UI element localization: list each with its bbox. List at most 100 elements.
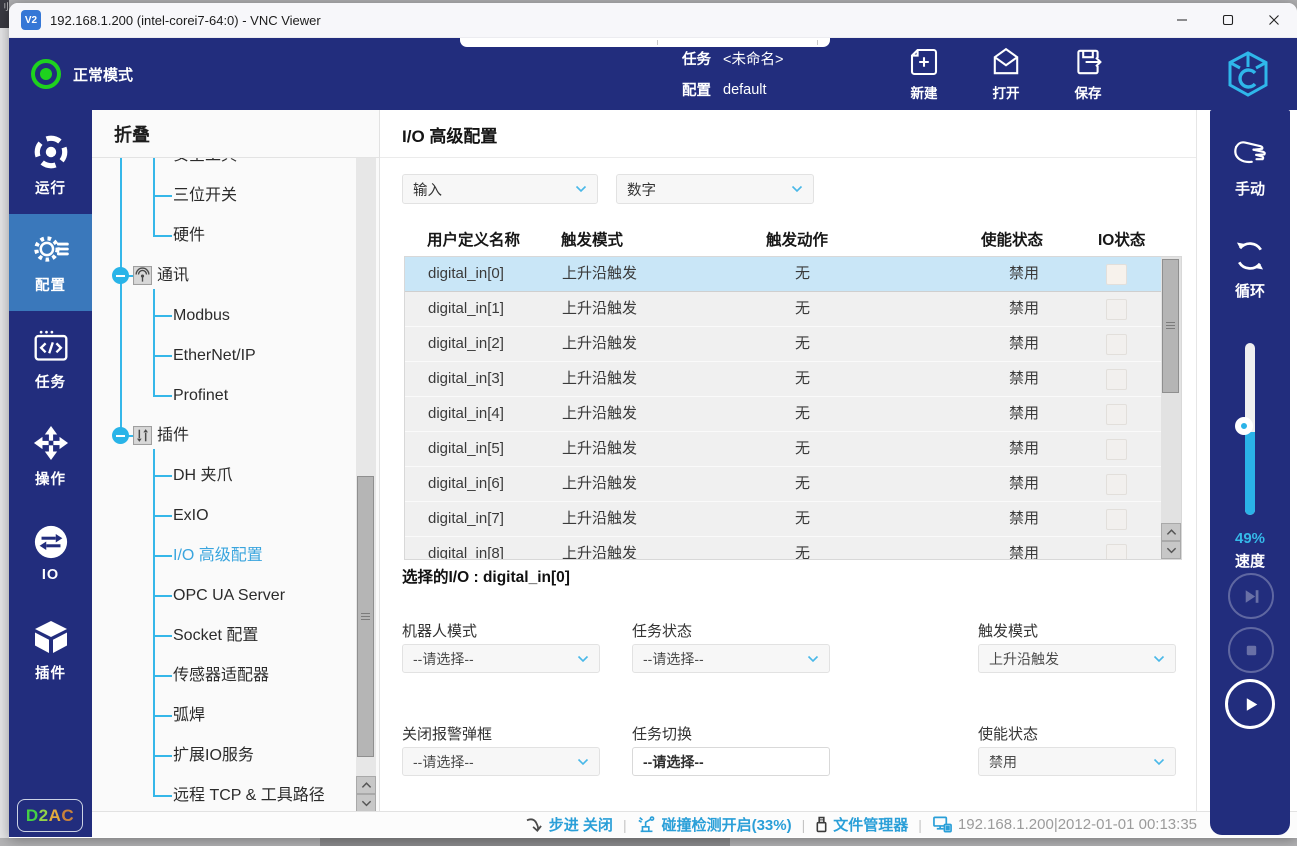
tree-item[interactable]: EtherNet/IP (92, 336, 349, 376)
tree-item[interactable]: Profinet (92, 376, 349, 416)
chevron-down-icon (1153, 655, 1165, 663)
save-icon (1071, 46, 1105, 78)
tree-connector (153, 395, 172, 397)
chevron-down-icon (791, 185, 803, 193)
io-state-checkbox[interactable] (1106, 509, 1127, 530)
robot-mode-select[interactable]: --请选择-- (402, 644, 600, 673)
tree-scrollbar-thumb[interactable] (357, 476, 374, 757)
step-status[interactable]: 步进 关闭 (525, 814, 613, 835)
io-state-checkbox[interactable] (1106, 544, 1127, 560)
io-state-checkbox[interactable] (1106, 369, 1127, 390)
d2ac-badge[interactable]: D2AC (17, 799, 83, 832)
io-name: digital_in[5] (428, 432, 504, 466)
sidebar-item-io[interactable]: IO (9, 505, 92, 602)
sidebar-item-plugin[interactable]: 插件 (9, 602, 92, 699)
close-alarm-popup-select[interactable]: --请选择-- (402, 747, 600, 776)
task-switch-input[interactable]: --请选择-- (632, 747, 830, 776)
tree-item[interactable]: 弧焊 (92, 696, 349, 736)
vnc-toolbar-tab[interactable] (460, 38, 830, 47)
tree-connector (153, 675, 172, 677)
normal-mode-light-icon (31, 59, 61, 89)
play-button[interactable] (1225, 679, 1275, 729)
tree-item[interactable]: DH 夹爪 (92, 456, 349, 496)
tree-item[interactable]: 三位开关 (92, 176, 349, 216)
sidebar-item-run[interactable]: 运行 (9, 117, 92, 214)
sidebar-item-operate[interactable]: 操作 (9, 408, 92, 505)
table-row[interactable]: digital_in[1]上升沿触发无禁用 (405, 292, 1161, 327)
col-trigger-mode: 触发模式 (561, 226, 623, 256)
tree-item[interactable]: 远程 TCP & 工具路径 (92, 776, 349, 812)
tree-connector (153, 315, 172, 317)
header-actions: 新建 打开 保存 (893, 38, 1119, 110)
table-row[interactable]: digital_in[5]上升沿触发无禁用 (405, 432, 1161, 467)
table-row[interactable]: digital_in[4]上升沿触发无禁用 (405, 397, 1161, 432)
task-state-select[interactable]: --请选择-- (632, 644, 830, 673)
cycle-mode-button[interactable]: 循环 (1210, 238, 1290, 301)
scroll-up-button[interactable] (356, 776, 376, 794)
scroll-up-button[interactable] (1161, 523, 1181, 541)
step-forward-button[interactable] (1228, 573, 1274, 619)
brand-logo-icon (1225, 50, 1271, 98)
io-state-checkbox[interactable] (1106, 439, 1127, 460)
form-field: 使能状态禁用 (978, 723, 1176, 776)
scroll-down-button[interactable] (356, 794, 376, 812)
tree-item[interactable]: 硬件 (92, 216, 349, 256)
speed-slider-handle[interactable] (1235, 417, 1253, 435)
table-row[interactable]: digital_in[3]上升沿触发无禁用 (405, 362, 1161, 397)
table-scrollbar-thumb[interactable] (1162, 259, 1179, 393)
tree-item[interactable]: OPC UA Server (92, 576, 349, 616)
io-state-checkbox[interactable] (1106, 474, 1127, 495)
collapse-node-icon[interactable] (112, 427, 129, 444)
collapse-node-icon[interactable] (112, 267, 129, 284)
enable-state: 禁用 (982, 432, 1039, 466)
save-button[interactable]: 保存 (1057, 46, 1119, 102)
table-scrollbar[interactable] (1161, 257, 1181, 559)
scroll-down-button[interactable] (1161, 541, 1181, 559)
trigger-mode-select[interactable]: 上升沿触发 (978, 644, 1176, 673)
io-state-checkbox[interactable] (1106, 264, 1127, 285)
tree-collapse-button[interactable]: 折叠 (92, 110, 379, 158)
trigger-action: 无 (767, 397, 810, 431)
maximize-button[interactable] (1205, 3, 1251, 37)
manual-mode-button[interactable]: 手动 (1210, 136, 1290, 199)
field-label: 任务切换 (632, 723, 830, 743)
tree-item[interactable]: 安全工具 (92, 158, 349, 176)
field-label: 任务状态 (632, 620, 830, 640)
open-button[interactable]: 打开 (975, 46, 1037, 102)
table-row[interactable]: digital_in[8]上升沿触发无禁用 (405, 537, 1161, 560)
tree-item[interactable]: 插件 (92, 416, 349, 456)
io-state-checkbox[interactable] (1106, 299, 1127, 320)
col-io-state: IO状态 (1098, 226, 1145, 256)
table-row[interactable]: digital_in[6]上升沿触发无禁用 (405, 467, 1161, 502)
trigger-action: 无 (767, 467, 810, 501)
table-row[interactable]: digital_in[7]上升沿触发无禁用 (405, 502, 1161, 537)
file-manager-button[interactable]: 文件管理器 (815, 814, 908, 835)
tree-item[interactable]: 传感器适配器 (92, 656, 349, 696)
new-task-button[interactable]: 新建 (893, 46, 955, 102)
tree-item[interactable]: ExIO (92, 496, 349, 536)
sidebar-item-config[interactable]: 配置 (9, 214, 92, 311)
taskbar-strip (0, 838, 1297, 846)
app-header: 正常模式 任务<未命名> 配置default 新建 打开 (9, 38, 1297, 110)
tree-scrollbar[interactable] (356, 158, 376, 812)
io-type-select[interactable]: 数字 (616, 174, 814, 204)
tree-item[interactable]: 扩展IO服务 (92, 736, 349, 776)
close-button[interactable] (1251, 3, 1297, 37)
io-direction-select[interactable]: 输入 (402, 174, 598, 204)
table-row[interactable]: digital_in[2]上升沿触发无禁用 (405, 327, 1161, 362)
io-state-checkbox[interactable] (1106, 334, 1127, 355)
tree-item[interactable]: Socket 配置 (92, 616, 349, 656)
tree-item[interactable]: I/O 高级配置 (92, 536, 349, 576)
title-bar: V2 192.168.1.200 (intel-corei7-64:0) - V… (9, 3, 1297, 38)
sidebar-item-task[interactable]: 任务 (9, 311, 92, 408)
tree-item[interactable]: Modbus (92, 296, 349, 336)
table-row[interactable]: digital_in[0]上升沿触发无禁用 (405, 257, 1161, 292)
tree-item[interactable]: 通讯 (92, 256, 349, 296)
io-state-checkbox[interactable] (1106, 404, 1127, 425)
enable-state-select[interactable]: 禁用 (978, 747, 1176, 776)
settings-icon (33, 231, 69, 267)
stop-button[interactable] (1228, 627, 1274, 673)
collision-detection-status[interactable]: 碰撞检测开启(33%) (637, 814, 792, 835)
minimize-button[interactable] (1159, 3, 1205, 37)
field-label: 触发模式 (978, 620, 1176, 640)
